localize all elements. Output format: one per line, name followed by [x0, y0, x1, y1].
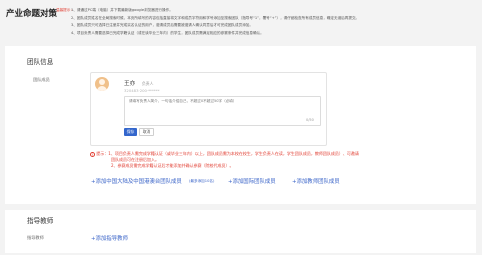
- tips-line: 1、请通过PC端（电脑）并下载最新版google浏览器进行操作。: [71, 8, 173, 12]
- team-section-title: 团队信息: [27, 58, 54, 66]
- tips-line: 2、团队成员姓名在全局搜索时候，本页所填写的内容包括直接将文字和成员字符用和学号…: [71, 15, 360, 20]
- team-members-label: 团队成员: [33, 77, 50, 82]
- member-id: 320483·200·******: [124, 88, 160, 93]
- user-avatar-icon: [95, 77, 109, 91]
- mentor-label: 指导教师: [27, 235, 44, 240]
- member-name: 王亦: [124, 81, 136, 87]
- mentor-card: [5, 210, 476, 253]
- save-button[interactable]: 保存: [124, 128, 137, 136]
- warning-prefix: 提示：: [96, 151, 109, 156]
- page-title: 产业命题对策: [6, 9, 58, 19]
- tips-line: 4、项目负责人需要选择已完成学籍认证（或在读毕业三年内）的学生，团队成员需满足相…: [71, 30, 264, 35]
- member-role-badge: 负责人: [142, 80, 154, 86]
- add-china-member-link[interactable]: +添加中国大陆及中国港澳台团队成员: [91, 177, 182, 185]
- warning-circle-icon: !: [90, 151, 95, 157]
- char-counter: 0/50: [306, 118, 314, 122]
- add-limit-note: (最多添加10名): [189, 179, 215, 183]
- tips-line: 3、团队成员只可选择已注册并完成实名认证的用户，邀请成员后需要被邀请人确认同意后…: [71, 23, 253, 28]
- warning-text: 1、项目负责人需完成学籍认证（或毕业三年内）以上，团队成员需为本校在校生，学生负…: [108, 151, 359, 156]
- tips-block: 温馨提示： 1、请通过PC端（电脑）并下载最新版google浏览器进行操作。 2、…: [56, 7, 359, 37]
- tips-label: 温馨提示：: [56, 8, 74, 12]
- warning-text: 2、参赛成员需完成学籍认证后才能添加并确认参赛（院校代成员）。: [111, 163, 234, 168]
- member-intro-textarea[interactable]: [124, 96, 321, 126]
- mentor-section-title: 指导教师: [27, 217, 54, 225]
- add-international-member-link[interactable]: +添加国际团队成员: [228, 177, 276, 185]
- add-teacher-member-link[interactable]: +添加教师团队成员: [292, 177, 340, 185]
- cancel-button[interactable]: 取消: [139, 128, 154, 136]
- add-mentor-link[interactable]: +添加指导教师: [91, 234, 128, 242]
